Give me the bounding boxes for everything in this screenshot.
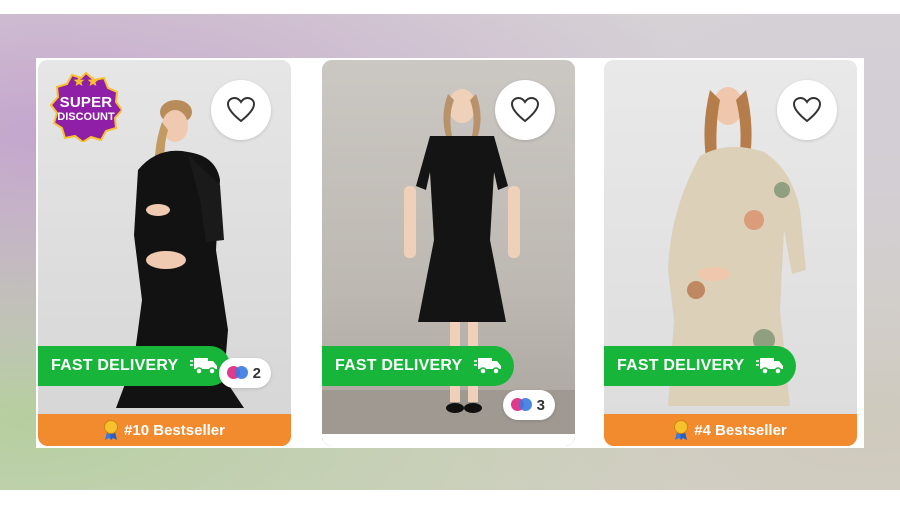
color-options-pill[interactable]: 2	[218, 358, 271, 388]
color-swatch-icon	[226, 366, 249, 380]
fast-delivery-badge: FAST DELIVERY	[604, 346, 796, 386]
super-discount-badge: SUPER DISCOUNT	[49, 70, 124, 144]
product-card[interactable]: SUPER DISCOUNT FAST DELIVERY 2 #10 Bests…	[38, 60, 291, 446]
favorite-button[interactable]	[211, 80, 271, 140]
favorite-button[interactable]	[777, 80, 837, 140]
heart-icon	[793, 97, 821, 123]
truck-icon	[190, 358, 217, 375]
truck-icon	[756, 358, 783, 375]
medal-icon	[674, 420, 689, 440]
bestseller-banner: #10 Bestseller	[38, 414, 291, 446]
color-count: 2	[252, 364, 261, 382]
fast-delivery-badge: FAST DELIVERY	[322, 346, 514, 386]
bestseller-label: #4 Bestseller	[694, 421, 787, 439]
product-card[interactable]: FAST DELIVERY 3	[322, 60, 575, 446]
fast-delivery-badge: FAST DELIVERY	[38, 346, 230, 386]
color-options-pill[interactable]: 3	[502, 390, 555, 420]
card-bottom-strip	[322, 434, 575, 446]
product-card[interactable]: FAST DELIVERY #4 Bestseller	[604, 60, 857, 446]
truck-icon	[474, 358, 501, 375]
badge-line-2: DISCOUNT	[57, 111, 115, 123]
medal-icon	[104, 420, 119, 440]
fast-delivery-label: FAST DELIVERY	[51, 357, 179, 374]
bestseller-label: #10 Bestseller	[124, 421, 225, 439]
heart-icon	[511, 97, 539, 123]
favorite-button[interactable]	[495, 80, 555, 140]
fast-delivery-label: FAST DELIVERY	[335, 357, 463, 374]
color-count: 3	[536, 396, 545, 414]
color-swatch-icon	[510, 398, 533, 412]
badge-line-1: SUPER	[59, 94, 113, 111]
fast-delivery-label: FAST DELIVERY	[617, 357, 745, 374]
bestseller-banner: #4 Bestseller	[604, 414, 857, 446]
star-icon	[73, 76, 99, 86]
heart-icon	[227, 97, 255, 123]
